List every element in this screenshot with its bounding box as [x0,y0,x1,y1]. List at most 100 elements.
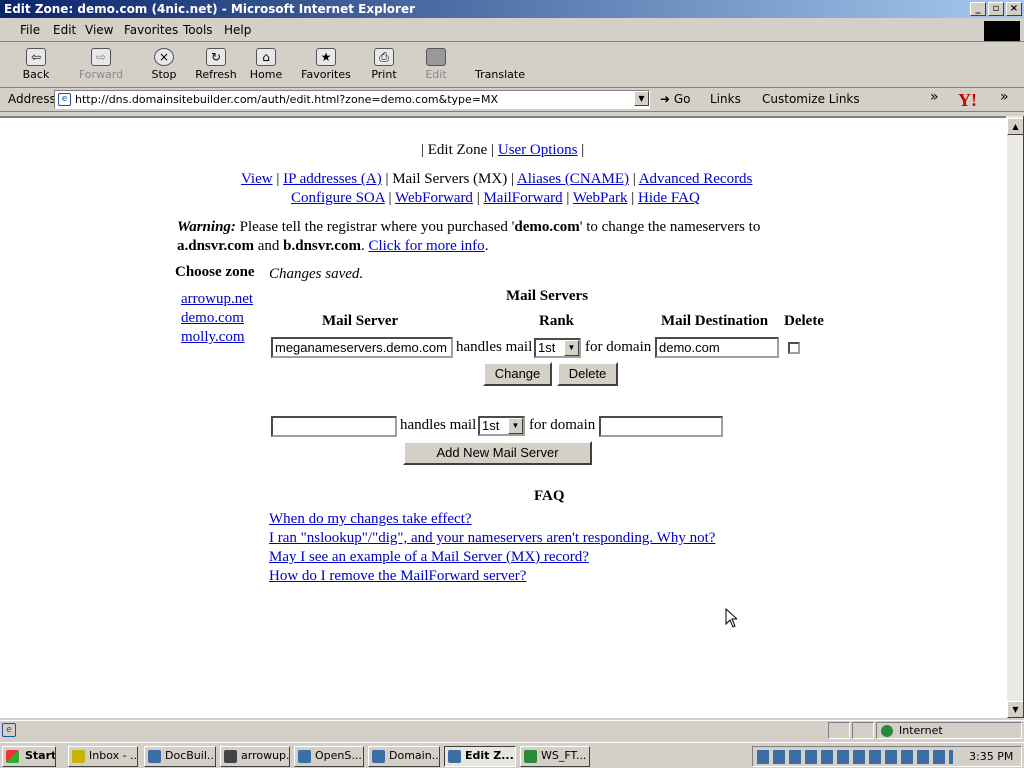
col-mail-destination: Mail Destination [661,313,769,329]
minimize-button[interactable]: _ [970,2,986,16]
task-opens[interactable]: OpenS... [294,746,364,767]
edit-icon [426,48,446,66]
printer-icon: ⎙ [374,48,394,66]
address-dropdown-icon[interactable]: ▼ [634,91,649,106]
edit-button[interactable]: Edit [416,46,456,86]
task-label: arrowup... [241,749,290,762]
task-edit-zone[interactable]: Edit Z... [444,746,516,767]
delete-checkbox[interactable] [788,342,800,354]
task-docbuilder[interactable]: DocBuil... [144,746,216,767]
new-mail-destination-input[interactable] [599,416,723,437]
back-button[interactable]: ⇦ Back [14,46,58,86]
zone-link-demo[interactable]: demo.com [181,310,244,327]
task-inbox[interactable]: Inbox - ... [68,746,138,767]
col-mail-server: Mail Server [322,313,399,329]
nav-separator: | [385,171,389,187]
faq-link[interactable]: I ran "nslookup"/"dig", and your nameser… [269,530,715,547]
advanced-records-link[interactable]: Advanced Records [639,171,753,187]
nav-separator: | [566,190,570,206]
scroll-down-icon[interactable]: ▼ [1007,701,1024,718]
warning-line1: Warning: Please tell the registrar where… [177,219,760,236]
edit-label: Edit [425,68,447,81]
start-button[interactable]: Start [2,746,56,767]
more-info-link[interactable]: Click for more info [368,238,484,254]
add-mail-server-button[interactable]: Add New Mail Server [403,441,592,465]
links-label[interactable]: Links [710,92,741,106]
status-message: Changes saved. [269,266,364,282]
menu-edit[interactable]: Edit [53,23,76,37]
chevron-down-icon: ▼ [564,340,579,356]
clock: 3:35 PM [969,750,1014,763]
task-domain[interactable]: Domain... [368,746,440,767]
refresh-label: Refresh [195,68,237,81]
go-label: Go [673,92,691,106]
address-input[interactable]: e http://dns.domainsitebuilder.com/auth/… [54,90,650,109]
menu-file[interactable]: File [20,23,40,37]
page-content: | Edit Zone | User Options | View | IP a… [0,116,1006,718]
address-bar: Address e http://dns.domainsitebuilder.c… [0,88,1024,112]
refresh-button[interactable]: ↻ Refresh [194,46,238,86]
start-label: Start [25,749,56,762]
menu-favorites[interactable]: Favorites [124,23,178,37]
mouse-cursor-icon [725,608,737,628]
record-nav-row1: View | IP addresses (A) | Mail Servers (… [241,171,752,188]
home-button[interactable]: ⌂ Home [246,46,286,86]
warning-period: . [360,238,365,254]
new-mail-server-input[interactable] [271,416,397,437]
links-chevron[interactable]: » [930,89,939,105]
security-zone-label: Internet [899,724,943,737]
rank-value: 1st [538,340,556,355]
webpark-link[interactable]: WebPark [573,190,628,206]
delete-button[interactable]: Delete [557,362,618,386]
print-button[interactable]: ⎙ Print [364,46,404,86]
ip-addresses-link[interactable]: IP addresses (A) [283,171,382,187]
warning-domain: demo.com [514,219,580,235]
col-rank: Rank [539,313,575,329]
mailforward-link[interactable]: MailForward [483,190,562,206]
taskbar: Start Inbox - ... DocBuil... arrowup... … [0,742,1024,768]
go-button[interactable]: ➜ Go [660,92,691,106]
task-arrowup[interactable]: arrowup... [220,746,290,767]
address-url: http://dns.domainsitebuilder.com/auth/ed… [75,93,499,106]
mail-server-input[interactable]: meganameservers.demo.com [271,337,453,358]
yahoo-logo-icon[interactable]: Y! [958,90,977,111]
warning-label: Warning: [177,219,236,235]
configure-soa-link[interactable]: Configure SOA [291,190,385,206]
faq-link[interactable]: When do my changes take effect? [269,511,472,528]
page-status-icon: e [2,723,16,737]
mail-servers-heading: Mail Servers [506,288,589,304]
menu-tools[interactable]: Tools [183,23,213,37]
change-button[interactable]: Change [483,362,552,386]
print-label: Print [371,68,397,81]
mail-destination-input[interactable]: demo.com [655,337,779,358]
new-rank-select[interactable]: 1st ▼ [478,416,525,436]
zone-link-arrowup[interactable]: arrowup.net [181,291,253,308]
menu-view[interactable]: View [85,23,113,37]
faq-link[interactable]: May I see an example of a Mail Server (M… [269,549,589,566]
user-options-link[interactable]: User Options [498,142,578,158]
chevron-down-icon: ▼ [508,418,523,434]
aliases-link[interactable]: Aliases (CNAME) [517,171,629,187]
maximize-button[interactable]: ▫ [988,2,1004,16]
rank-select[interactable]: 1st ▼ [534,338,581,358]
hide-faq-link[interactable]: Hide FAQ [638,190,700,206]
forward-button[interactable]: ⇨ Forward [76,46,126,86]
stop-button[interactable]: × Stop [146,46,182,86]
menu-help[interactable]: Help [224,23,251,37]
terminal-app-icon [224,750,237,763]
scroll-up-icon[interactable]: ▲ [1007,118,1024,135]
tray-icons[interactable] [757,750,953,764]
for-domain-label: for domain [585,339,652,355]
close-button[interactable]: × [1006,2,1022,16]
toolbar-chevron[interactable]: » [1000,89,1009,105]
favorites-button[interactable]: ★ Favorites [300,46,352,86]
window-title: Edit Zone: demo.com (4nic.net) - Microso… [4,2,415,16]
vertical-scrollbar[interactable]: ▲ ▼ [1006,116,1024,718]
customize-links[interactable]: Customize Links [762,92,860,106]
view-link[interactable]: View [241,171,273,187]
zone-link-molly[interactable]: molly.com [181,329,245,346]
task-ws-ftp[interactable]: WS_FT... [520,746,590,767]
webforward-link[interactable]: WebForward [395,190,473,206]
task-label: Domain... [389,749,440,762]
faq-link[interactable]: How do I remove the MailForward server? [269,568,526,585]
